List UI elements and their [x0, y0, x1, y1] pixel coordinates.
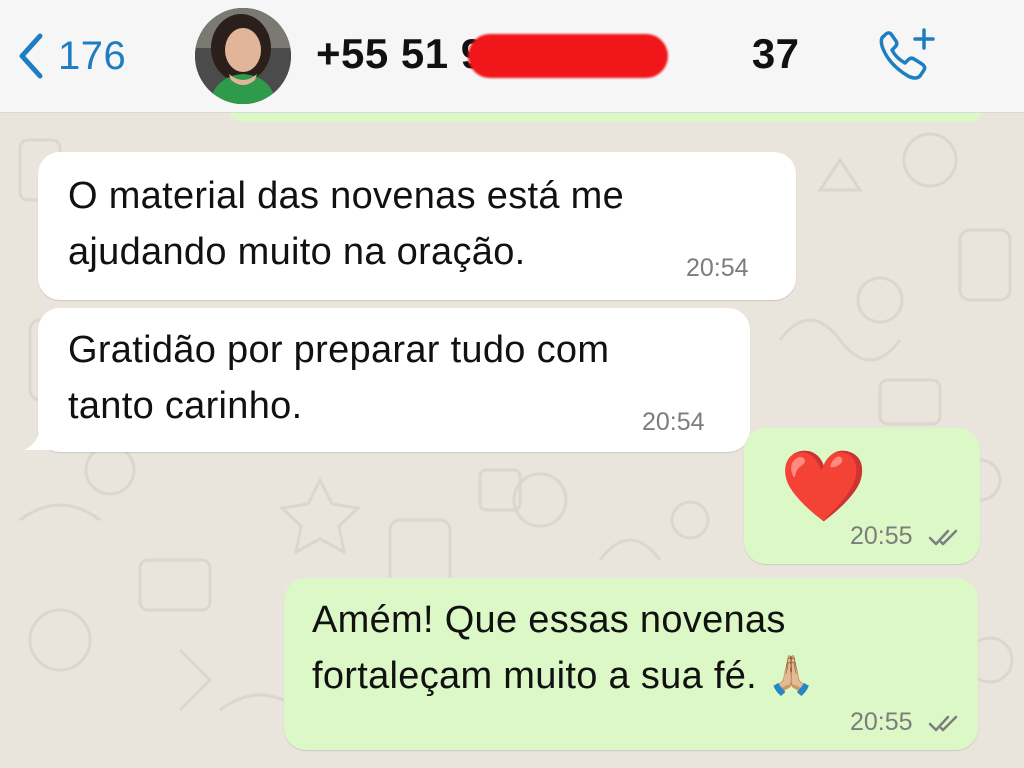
- message-time: 20:54: [642, 408, 705, 436]
- chevron-left-icon: [19, 33, 43, 79]
- message-text: Gratidão por preparar tudo com tanto car…: [68, 329, 610, 427]
- redaction-mark: [468, 34, 668, 78]
- add-call-icon[interactable]: [874, 26, 938, 84]
- message-time: 20:55: [850, 522, 913, 550]
- chat-header: 176 +55 51 9 37: [0, 0, 1024, 113]
- message-bubble-incoming[interactable]: Gratidão por preparar tudo com tanto car…: [38, 308, 750, 452]
- message-text: Amém! Que essas novenas fortaleçam muito…: [312, 599, 816, 697]
- unread-count: 176: [58, 33, 127, 78]
- back-button[interactable]: 176: [14, 28, 126, 84]
- bubble-tail: [24, 424, 50, 450]
- heart-emoji: ❤️: [780, 447, 868, 525]
- message-time: 20:54: [686, 254, 749, 282]
- contact-photo-icon: [195, 8, 291, 104]
- message-bubble-outgoing[interactable]: Amém! Que essas novenas fortaleçam muito…: [284, 578, 978, 750]
- message-bubble-outgoing[interactable]: ❤️ 20:55: [744, 428, 980, 564]
- read-ticks-icon: [928, 529, 958, 546]
- contact-avatar[interactable]: [195, 8, 291, 104]
- message-bubble-incoming[interactable]: O material das novenas está me ajudando …: [38, 152, 796, 300]
- message-time: 20:55: [850, 708, 913, 736]
- message-text: O material das novenas está me ajudando …: [68, 175, 625, 273]
- read-ticks-icon: [928, 715, 958, 732]
